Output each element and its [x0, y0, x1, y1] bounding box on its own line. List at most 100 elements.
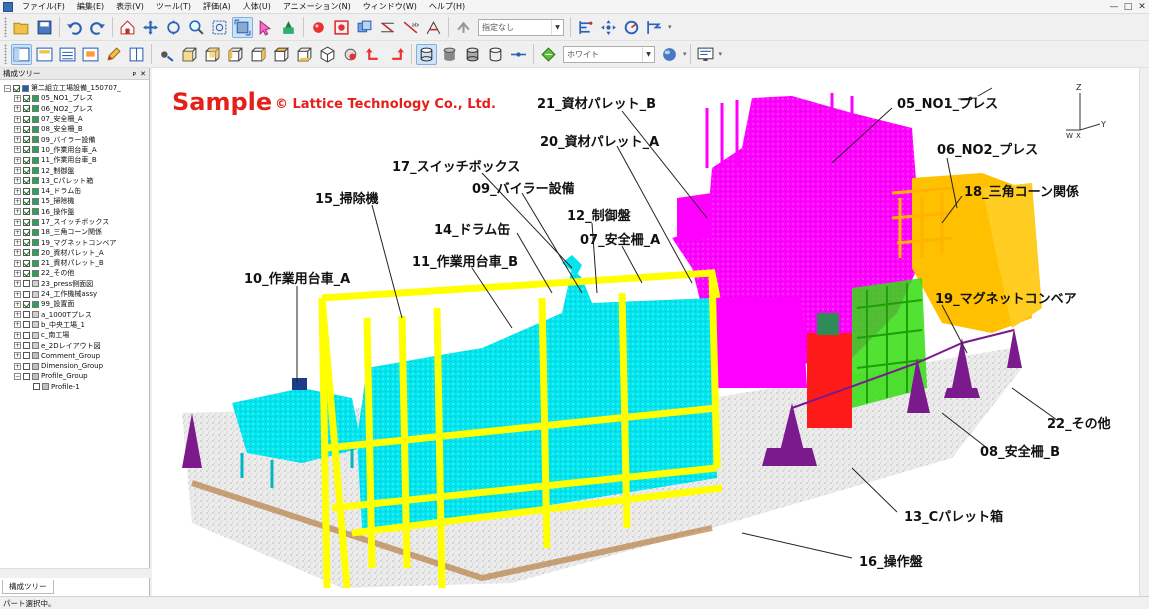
select-icon[interactable] [255, 17, 276, 38]
background-color-combo[interactable]: ホワイト ▼ [563, 45, 655, 63]
tree-item[interactable]: − 第二組立工場設備_150707_ [0, 83, 150, 93]
tree-panel-icon[interactable] [11, 43, 32, 65]
menu-evaluate[interactable]: 評価(A) [197, 0, 237, 14]
menu-view[interactable]: 表示(V) [110, 0, 150, 14]
tree-visibility-checkbox[interactable] [23, 228, 30, 236]
tree-expand-toggle[interactable]: + [14, 269, 21, 277]
tree-visibility-checkbox[interactable] [23, 177, 30, 185]
tree-visibility-checkbox[interactable] [23, 331, 30, 339]
tree-visibility-checkbox[interactable] [23, 311, 30, 319]
tree-item[interactable]: + a_1000Tプレス [0, 310, 150, 320]
tree-visibility-checkbox[interactable] [23, 105, 30, 113]
close-button[interactable]: ✕ [1135, 0, 1149, 14]
point-cloud-scene[interactable]: Sample © Lattice Technology Co., Ltd. 21… [152, 68, 1139, 596]
selection-filter-combo[interactable]: 指定なし ▼ [478, 18, 564, 36]
chevron-down-icon[interactable]: ▼ [642, 46, 654, 62]
axis-gizmo[interactable]: Z Y X W [1066, 83, 1106, 140]
list-panel-icon[interactable] [57, 44, 78, 65]
rotate-left-icon[interactable] [363, 44, 384, 65]
tree-expand-toggle[interactable]: + [14, 156, 21, 164]
tree-visibility-checkbox[interactable] [23, 218, 30, 226]
tree-item[interactable]: +24_工作機械assy [0, 289, 150, 299]
tree-expand-toggle[interactable]: + [14, 115, 21, 123]
tree-item[interactable]: + Dimension_Group [0, 361, 150, 371]
menu-edit[interactable]: 編集(E) [71, 0, 110, 14]
tree-visibility-checkbox[interactable] [23, 167, 30, 175]
tree-visibility-checkbox[interactable] [23, 136, 30, 144]
tree-item[interactable]: + Comment_Group [0, 351, 150, 361]
tree-visibility-checkbox[interactable] [23, 300, 30, 308]
tree-item[interactable]: +08_安全柵_B [0, 124, 150, 134]
tree-expand-toggle[interactable]: − [4, 84, 11, 92]
line-icon[interactable] [508, 44, 529, 65]
view-bottom-icon[interactable] [294, 44, 315, 65]
tree-expand-toggle[interactable]: + [14, 218, 21, 226]
tree-expand-toggle[interactable]: + [14, 352, 21, 360]
tree-item[interactable]: + c_南工場 [0, 330, 150, 340]
animation-icon[interactable] [644, 17, 665, 38]
tree-visibility-checkbox[interactable] [23, 239, 30, 247]
tree-item[interactable]: Profile-1 [0, 382, 150, 392]
tree-horizontal-scrollbar[interactable] [0, 568, 150, 578]
fit-icon[interactable] [232, 16, 253, 38]
home-view-icon[interactable] [117, 17, 138, 38]
cylinder-shaded-icon[interactable] [439, 44, 460, 65]
toolbar-overflow-icon[interactable]: ▾ [668, 23, 672, 31]
tree-item[interactable]: +10_作業用台車_A [0, 145, 150, 155]
annotation-icon[interactable] [453, 17, 474, 38]
tab-structure-tree[interactable]: 構成ツリー [2, 580, 54, 594]
tree-item[interactable]: +11_作業用台車_B [0, 155, 150, 165]
tree-expand-toggle[interactable]: + [14, 300, 21, 308]
tree-item[interactable]: +20_資材パレット_A [0, 248, 150, 258]
minimize-button[interactable]: — [1107, 0, 1121, 14]
tree-expand-toggle[interactable]: + [14, 105, 21, 113]
menu-tools[interactable]: ツール(T) [150, 0, 197, 14]
pencil-icon[interactable] [103, 44, 124, 65]
angle-icon[interactable] [423, 17, 444, 38]
tree-visibility-checkbox[interactable] [23, 259, 30, 267]
menu-window[interactable]: ウィンドウ(W) [357, 0, 423, 14]
pin-icon[interactable]: ᴘ [132, 70, 136, 78]
tree-expand-toggle[interactable]: + [14, 342, 21, 350]
dialog-icon[interactable] [80, 44, 101, 65]
tree-expand-toggle[interactable]: + [14, 362, 21, 370]
tree-expand-toggle[interactable]: + [14, 239, 21, 247]
tree-visibility-checkbox[interactable] [23, 187, 30, 195]
move-icon[interactable] [598, 17, 619, 38]
clear-icon[interactable] [278, 17, 299, 38]
app-icon[interactable] [3, 1, 13, 12]
tree-visibility-checkbox[interactable] [23, 269, 30, 277]
tree-visibility-checkbox[interactable] [23, 156, 30, 164]
menu-human[interactable]: 人体(U) [237, 0, 277, 14]
tree-expand-toggle[interactable]: − [14, 372, 21, 380]
tree-expand-toggle[interactable]: + [14, 280, 21, 288]
tree-item[interactable]: +06_NO2_プレス [0, 104, 150, 114]
zoom-icon[interactable] [186, 17, 207, 38]
light-icon[interactable] [659, 44, 680, 65]
menu-file[interactable]: ファイル(F) [16, 0, 71, 14]
tree-item[interactable]: +07_安全柵_A [0, 114, 150, 124]
menu-animation[interactable]: アニメーション(N) [277, 0, 357, 14]
tree-visibility-checkbox[interactable] [23, 115, 30, 123]
property-panel-icon[interactable] [34, 44, 55, 65]
tree-visibility-checkbox[interactable] [23, 146, 30, 154]
view-top-icon[interactable] [271, 44, 292, 65]
red-box-icon[interactable] [331, 17, 352, 38]
notes-icon[interactable] [126, 44, 147, 65]
tree-visibility-checkbox[interactable] [23, 290, 30, 298]
tree-item[interactable]: +19_マグネットコンベア [0, 237, 150, 247]
tree-expand-toggle[interactable]: + [14, 187, 21, 195]
settings-icon[interactable] [156, 44, 177, 65]
view-left-icon[interactable] [225, 44, 246, 65]
tree-item[interactable]: + e_2Dレイアウト図 [0, 340, 150, 350]
tree-expand-toggle[interactable]: + [14, 249, 21, 257]
tree-visibility-checkbox[interactable] [23, 280, 30, 288]
red-point-icon[interactable] [308, 17, 329, 38]
rotate-icon[interactable] [163, 17, 184, 38]
tree-visibility-checkbox[interactable] [23, 352, 30, 360]
tree-visibility-checkbox[interactable] [23, 249, 30, 257]
tree-visibility-checkbox[interactable] [23, 362, 30, 370]
tree-expand-toggle[interactable]: + [14, 228, 21, 236]
tree-item[interactable]: +18_三角コーン関係 [0, 227, 150, 237]
tree-expand-toggle[interactable]: + [14, 311, 21, 319]
